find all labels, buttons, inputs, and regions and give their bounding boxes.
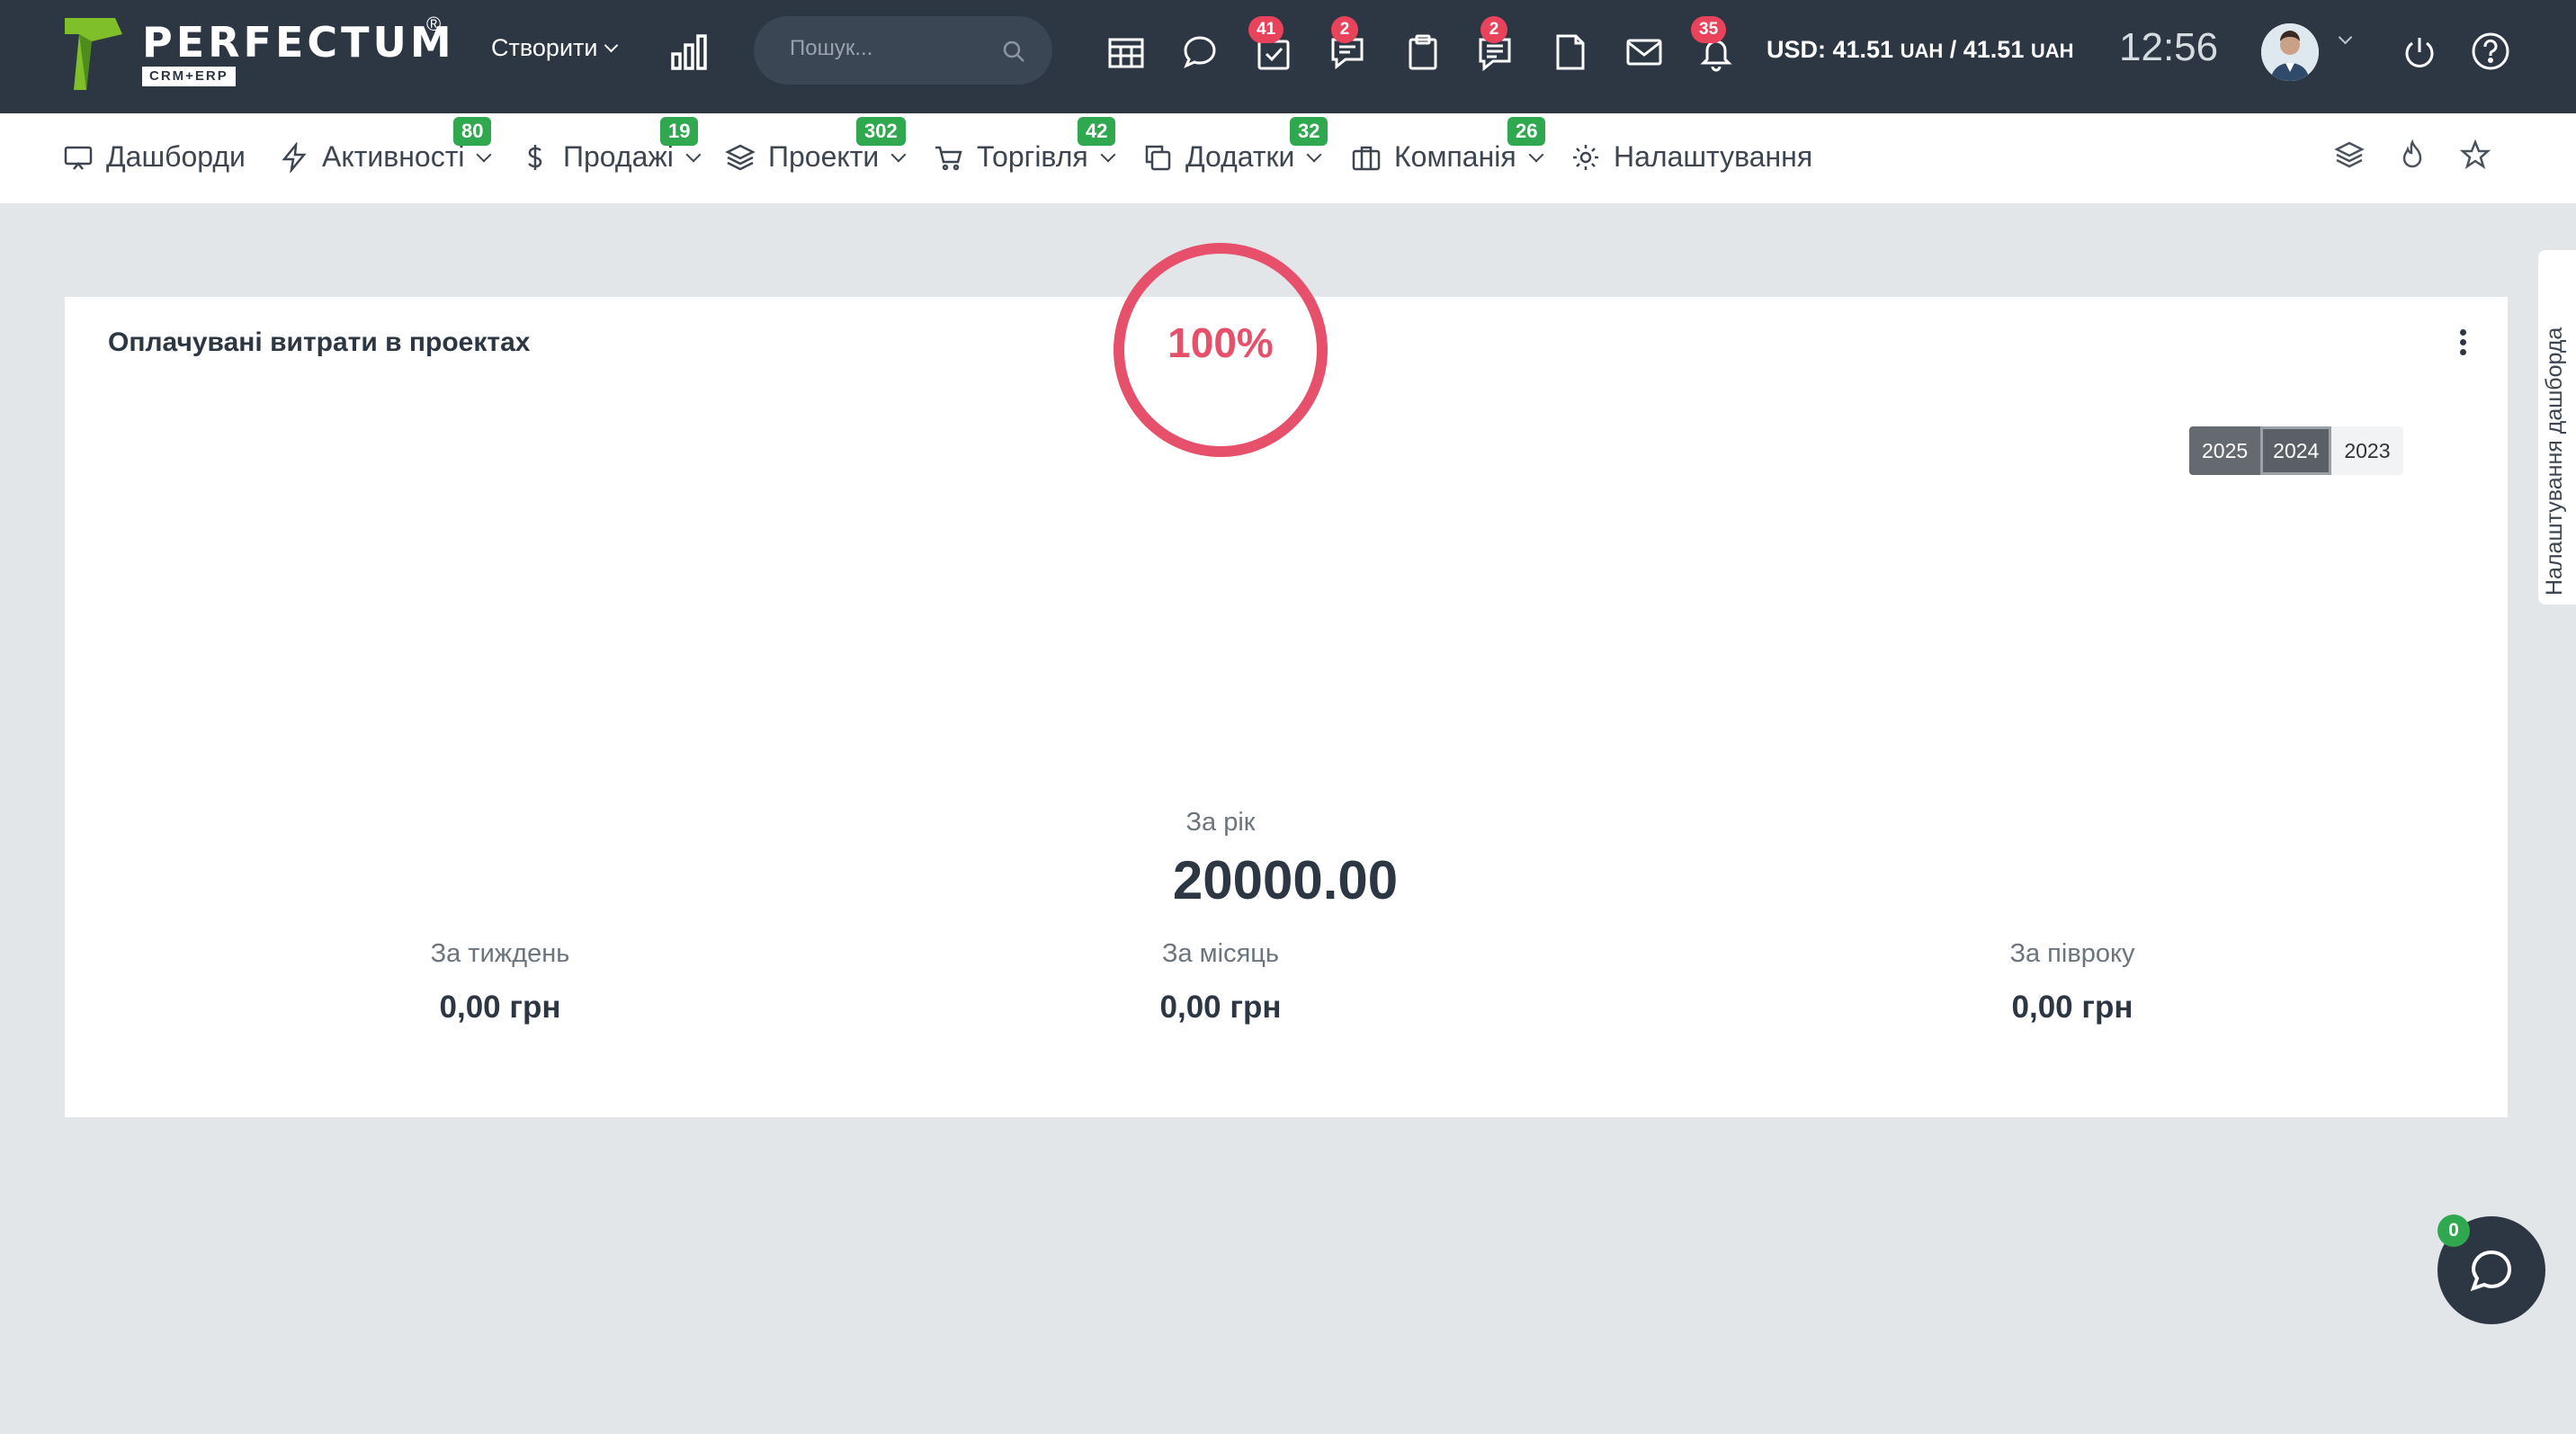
nav-badge-activities: 80 [453,117,492,146]
cart-icon [935,146,962,170]
search-input[interactable] [790,36,988,61]
logo-subtitle: CRM+ERP [142,67,236,86]
nav-badge-company: 26 [1507,117,1546,146]
copy-icon [1145,145,1171,170]
nav-label-sales: Продажі [563,140,674,173]
tasks-badge: 41 [1248,16,1284,43]
bell-badge: 35 [1691,16,1727,43]
currency-uah-unit: UAH [1900,40,1944,62]
dashboard-settings-tab[interactable]: Налаштування дашборда [2538,250,2576,605]
currency-separator: / 41.51 [1943,36,2031,63]
nav-label-settings: Налаштування [1614,140,1813,173]
chevron-down-icon [890,147,907,162]
logo-wordmark: PERFECTUM [142,18,455,67]
star-icon[interactable] [2459,139,2491,171]
week-label: За тиждень [430,939,570,968]
create-dropdown[interactable]: Створити [491,34,619,62]
briefcase-icon [1352,146,1381,170]
app-logo[interactable]: PERFECTUM CRM+ERP ® [65,13,455,94]
logo-registered-mark: ® [426,13,442,35]
document-icon[interactable] [1551,32,1590,72]
halfyear-value: 0,00 грн [2011,990,2133,1025]
clock: 12:56 [2119,25,2219,69]
chevron-down-icon [1306,147,1322,162]
nav-badge-trade: 42 [1078,117,1116,146]
chat-bubble-icon[interactable] [1180,32,1220,72]
main-nav: Дашборди Активності 80 Продажі 19 Проект… [0,113,2576,203]
nav-label-trade: Торгівля [977,140,1088,173]
flame-icon[interactable] [2396,139,2428,171]
top-bar: PERFECTUM CRM+ERP ® Створити 41 2 2 [0,0,2576,113]
year-2025-button[interactable]: 2025 [2189,426,2261,475]
notes-badge: 2 [1480,16,1507,43]
nav-badge-sales: 19 [660,117,699,146]
more-vertical-icon[interactable] [2457,329,2468,356]
user-menu-chevron-icon[interactable] [2338,30,2353,45]
year-2024-button[interactable]: 2024 [2260,426,2332,475]
help-icon[interactable] [2470,31,2511,72]
dollar-icon [528,144,542,170]
currency-rate: USD: 41.51 UAH / 41.51 UAH [1767,36,2074,64]
calendar-icon[interactable] [1106,32,1146,72]
chevron-down-icon [604,38,619,53]
nav-badge-projects: 302 [856,117,906,146]
nav-label-activities: Активності [322,140,465,173]
logo-mark-icon [65,14,124,94]
nav-label-addons: Додатки [1185,140,1295,173]
monitor-icon [64,146,93,170]
chevron-down-icon [1528,147,1544,162]
currency-uah-unit-2: UAH [2030,40,2074,62]
search-icon[interactable] [1002,40,1025,63]
chevron-down-icon [685,147,702,162]
halfyear-label: За півроку [2009,939,2135,968]
chat-badge: 0 [2437,1214,2470,1247]
week-value: 0,00 грн [439,990,561,1025]
month-label: За місяць [1161,939,1279,968]
month-value: 0,00 грн [1159,990,1282,1025]
bar-chart-icon[interactable] [669,34,711,70]
nav-badge-addons: 32 [1290,117,1328,146]
year-2023-button[interactable]: 2023 [2331,426,2403,475]
gear-icon [1573,144,1598,170]
widget-title: Оплачувані витрати в проектах [108,327,531,357]
create-label: Створити [491,34,598,61]
avatar[interactable] [2261,23,2319,81]
chevron-down-icon [1100,147,1116,162]
year-label: За рік [1185,808,1256,837]
chevron-down-icon [476,147,492,162]
year-value: 20000.00 [1172,850,1399,910]
currency-usd: USD: 41.51 [1767,36,1894,63]
nav-item-dashboards[interactable]: Дашборди [63,140,246,174]
year-switcher: 2025 2024 2023 [2189,426,2403,475]
nav-label-company: Компанія [1394,140,1516,173]
messages-badge: 2 [1331,16,1358,43]
dashboard-settings-label: Налаштування дашборда [2542,327,2567,596]
bolt-icon [282,141,307,173]
clipboard-icon[interactable] [1403,32,1443,72]
progress-percent: 100% [1167,319,1274,366]
layers-icon [725,144,756,170]
nav-item-settings[interactable]: Налаштування [1570,140,1812,174]
layers-icon[interactable] [2333,139,2366,171]
nav-label-dashboards: Дашборди [106,140,246,173]
power-icon[interactable] [2400,32,2439,72]
chat-bubble-icon [2470,1250,2512,1292]
mail-icon[interactable] [1624,32,1664,72]
